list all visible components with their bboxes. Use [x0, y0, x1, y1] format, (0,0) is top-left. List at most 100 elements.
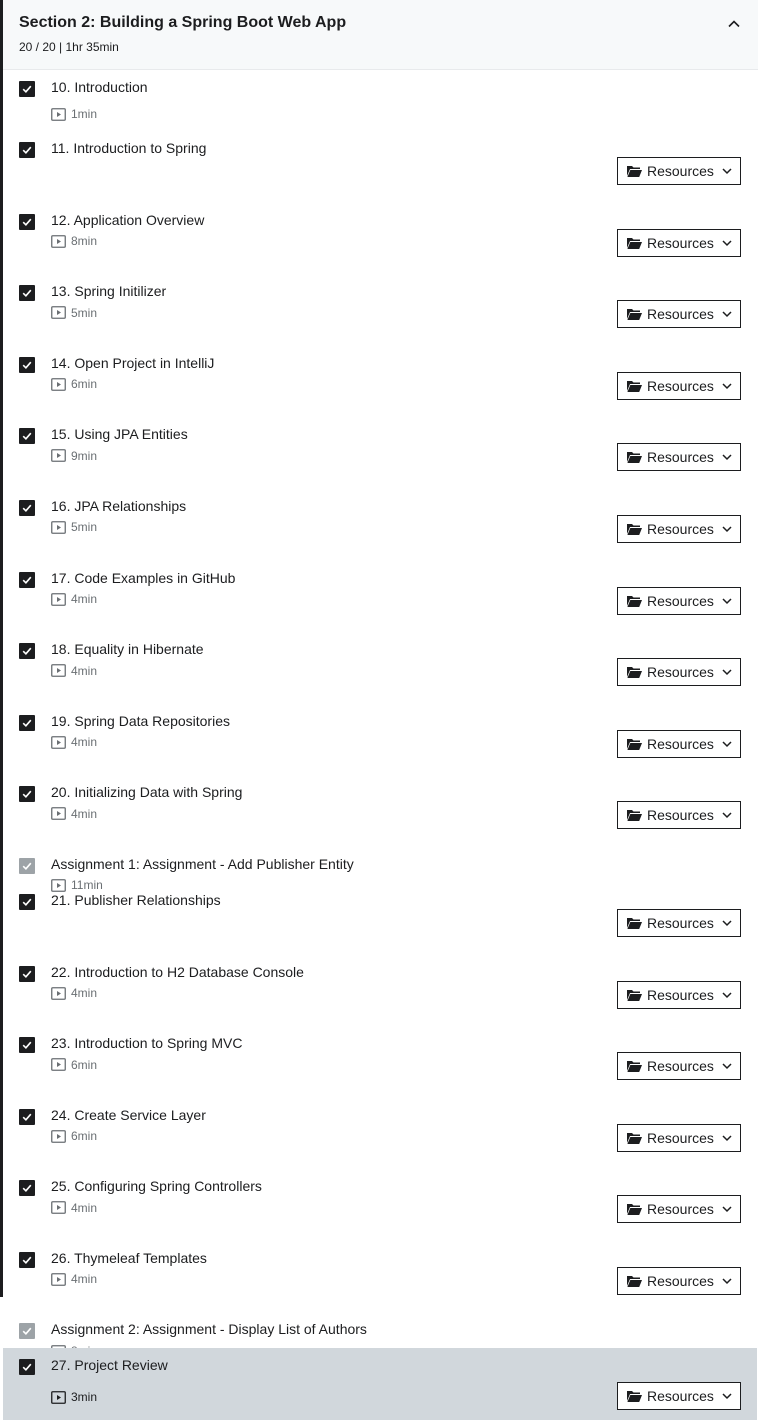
resources-button[interactable]: Resources	[617, 586, 741, 615]
resources-button[interactable]: Resources	[617, 443, 741, 472]
resources-button[interactable]: Resources	[617, 1195, 741, 1224]
chevron-down-icon	[722, 920, 732, 927]
completion-checkbox[interactable]	[19, 1037, 35, 1054]
chevron-down-icon	[722, 168, 732, 175]
completion-checkbox[interactable]	[19, 500, 35, 516]
completion-checkbox[interactable]	[19, 1180, 35, 1197]
resources-button[interactable]: Resources	[617, 980, 741, 1009]
lecture-item[interactable]: 24. Create Service Layer 4min Resources	[3, 1098, 757, 1215]
folder-open-icon	[627, 452, 642, 464]
lecture-title[interactable]: 23. Introduction to Spring MVC	[51, 1035, 242, 1051]
completion-checkbox[interactable]	[19, 356, 35, 373]
completion-checkbox[interactable]	[19, 1108, 35, 1125]
resources-button[interactable]: Resources	[617, 1267, 741, 1295]
lecture-title[interactable]: 10. Introduction	[51, 79, 148, 95]
folder-open-icon	[627, 667, 642, 679]
lecture-title[interactable]: 22. Introduction to H2 Database Console	[51, 964, 304, 980]
resources-button[interactable]: Resources	[617, 1052, 741, 1081]
resources-button[interactable]: Resources	[617, 157, 741, 185]
assignment-title[interactable]: Assignment 2: Assignment - Display List …	[51, 1321, 367, 1337]
lecture-item[interactable]: 22. Introduction to H2 Database Console 6…	[3, 955, 757, 1072]
resources-button[interactable]: Resources	[617, 909, 741, 937]
folder-open-icon	[627, 524, 642, 535]
lecture-item[interactable]: 16. JPA Relationships 4min Resources	[3, 489, 757, 606]
folder-open-icon	[627, 309, 642, 321]
resources-button[interactable]: Resources	[617, 1123, 741, 1152]
lecture-item[interactable]: 25. Configuring Spring Controllers 4min Re…	[3, 1169, 757, 1286]
lecture-item[interactable]: 17. Code Examples in GitHub 4min Resources	[3, 561, 757, 678]
lecture-item[interactable]: 13. Spring Initilizer 6min Resources	[3, 274, 757, 391]
assignment-item[interactable]: Assignment 1: Assignment - Add Publisher…	[3, 847, 757, 883]
chevron-down-icon	[722, 454, 732, 461]
lecture-item[interactable]: 19. Spring Data Repositories 4min Resource…	[3, 704, 757, 821]
resources-button[interactable]: Resources	[617, 371, 741, 400]
lecture-title[interactable]: 14. Open Project in IntelliJ	[51, 355, 214, 371]
lecture-title[interactable]: 24. Create Service Layer	[51, 1107, 206, 1123]
lecture-item[interactable]: 18. Equality in Hibernate 4min Resources	[3, 632, 757, 749]
lecture-title[interactable]: 15. Using JPA Entities	[51, 426, 188, 442]
resources-label: Resources	[647, 807, 714, 824]
completion-checkbox[interactable]	[19, 786, 35, 803]
lecture-title[interactable]: 27. Project Review	[51, 1357, 168, 1373]
assignment-title[interactable]: Assignment 1: Assignment - Add Publisher…	[51, 856, 354, 872]
lecture-item[interactable]: 14. Open Project in IntelliJ 9min Resource…	[3, 346, 757, 463]
lecture-item[interactable]: 10. Introduction 1min	[3, 70, 757, 131]
lecture-title[interactable]: 12. Application Overview	[51, 212, 204, 228]
lecture-title[interactable]: 20. Initializing Data with Spring	[51, 784, 242, 800]
completion-checkbox[interactable]	[19, 285, 35, 302]
completion-checkbox[interactable]	[19, 1359, 35, 1375]
lecture-item[interactable]: 12. Application Overview 5min Resources	[3, 203, 757, 320]
lecture-title[interactable]: 26. Thymeleaf Templates	[51, 1250, 207, 1266]
assignment-item[interactable]: Assignment 2: Assignment - Display List …	[3, 1312, 757, 1348]
completion-checkbox[interactable]	[19, 142, 35, 158]
video-play-icon	[51, 1390, 71, 1404]
chevron-down-icon	[722, 526, 732, 533]
completion-checkbox[interactable]	[19, 1252, 35, 1268]
folder-open-icon	[627, 989, 642, 1001]
lecture-title[interactable]: 13. Spring Initilizer	[51, 283, 166, 299]
completion-checkbox[interactable]	[19, 213, 35, 230]
lecture-item[interactable]: 20. Initializing Data with Spring 11min Re…	[3, 775, 757, 892]
lecture-item[interactable]: 23. Introduction to Spring MVC 6min Resour…	[3, 1026, 757, 1143]
lecture-title[interactable]: 16. JPA Relationships	[51, 498, 186, 514]
completion-checkbox[interactable]	[19, 965, 35, 982]
completion-checkbox[interactable]	[19, 1323, 35, 1339]
completion-checkbox[interactable]	[19, 858, 35, 874]
resources-label: Resources	[647, 163, 714, 179]
resources-button[interactable]: Resources	[617, 729, 741, 758]
lecture-title[interactable]: 21. Publisher Relationships	[51, 892, 221, 908]
lecture-duration: 1min	[51, 107, 97, 121]
lecture-item[interactable]: 21. Publisher Relationships 4min Resources	[3, 883, 757, 1000]
completion-checkbox[interactable]	[19, 894, 35, 910]
folder-open-icon	[627, 1391, 642, 1402]
completion-checkbox[interactable]	[19, 81, 35, 97]
video-play-icon	[51, 107, 71, 121]
lecture-item[interactable]: 26. Thymeleaf Templates8minResources	[3, 1241, 757, 1358]
resources-button[interactable]: Resources	[617, 1382, 741, 1410]
completion-checkbox[interactable]	[19, 428, 35, 445]
chevron-down-icon	[722, 992, 732, 998]
folder-open-icon	[627, 1061, 642, 1073]
resources-button[interactable]: Resources	[617, 801, 741, 830]
resources-button[interactable]: Resources	[617, 300, 741, 329]
lecture-item[interactable]: 27. Project Review 3min Resources	[3, 1348, 757, 1420]
lecture-duration: 3min	[51, 1390, 97, 1404]
resources-label: Resources	[647, 915, 714, 931]
lecture-item[interactable]: 11. Introduction to Spring 8min Resources	[3, 131, 757, 248]
lecture-title[interactable]: 11. Introduction to Spring	[51, 140, 206, 156]
resources-label: Resources	[647, 377, 714, 394]
folder-open-icon	[627, 738, 642, 750]
resources-button[interactable]: Resources	[617, 515, 741, 543]
chevron-down-icon	[722, 311, 732, 318]
lecture-title[interactable]: 19. Spring Data Repositories	[51, 713, 230, 729]
lecture-title[interactable]: 18. Equality in Hibernate	[51, 641, 204, 657]
lecture-title[interactable]: 17. Code Examples in GitHub	[51, 570, 235, 586]
completion-checkbox[interactable]	[19, 714, 35, 731]
completion-checkbox[interactable]	[19, 571, 35, 588]
resources-button[interactable]: Resources	[617, 228, 741, 257]
lecture-title[interactable]: 25. Configuring Spring Controllers	[51, 1178, 262, 1194]
folder-open-icon	[627, 166, 642, 177]
lecture-item[interactable]: 15. Using JPA Entities 5min Resources	[3, 417, 757, 534]
resources-button[interactable]: Resources	[617, 658, 741, 687]
completion-checkbox[interactable]	[19, 643, 35, 660]
